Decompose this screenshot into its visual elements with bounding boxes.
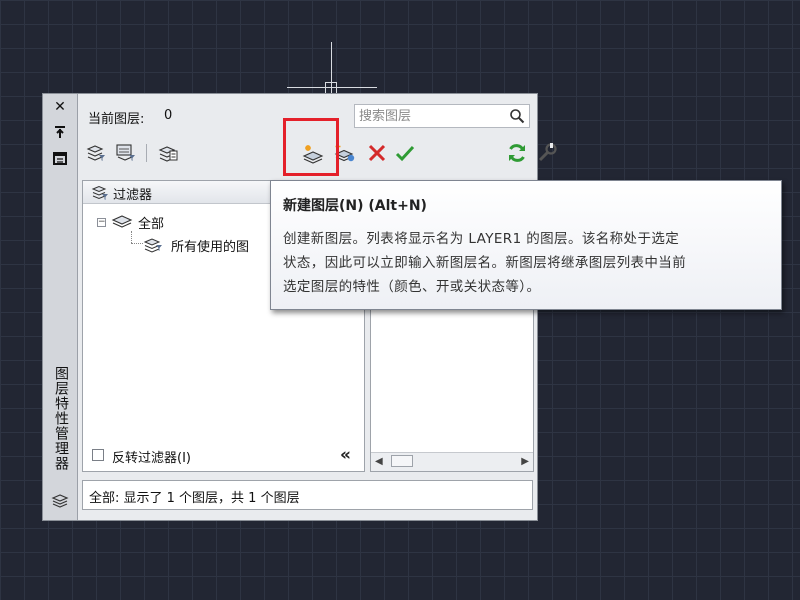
search-icon[interactable] [509, 108, 525, 124]
invert-filter-label: 反转过滤器(I) [112, 451, 191, 466]
close-icon[interactable]: ✕ [52, 99, 68, 115]
horizontal-scrollbar[interactable]: ◀ ▶ [371, 452, 533, 471]
palette-side-strip: ✕ 图层特性管理器 [43, 94, 78, 520]
scroll-left-arrow-icon[interactable]: ◀ [375, 456, 383, 467]
tree-node-used-layers[interactable]: 所有使用的图 [171, 236, 249, 255]
properties-icon[interactable] [52, 150, 68, 166]
search-layer-input[interactable] [359, 107, 499, 125]
settings-icon[interactable] [536, 142, 558, 164]
invert-filter-checkbox[interactable] [92, 449, 104, 461]
status-text: 全部: 显示了 1 个图层，共 1 个图层 [89, 491, 300, 506]
layer-stack-icon [51, 492, 69, 510]
filter-header-label: 过滤器 [113, 188, 153, 203]
autohide-icon[interactable] [52, 124, 68, 140]
search-layer-box[interactable] [354, 104, 530, 128]
tooltip-line: 选定图层的特性（颜色、开或关状态等）。 [283, 279, 541, 295]
palette-title: 图层特性管理器 [53, 366, 69, 471]
new-layer-highlight [283, 118, 339, 176]
tooltip-description: 创建新图层。列表将显示名为 LAYER1 的图层。该名称处于选定 状态，因此可以… [283, 227, 769, 299]
status-bar: 全部: 显示了 1 个图层，共 1 个图层 [82, 480, 533, 510]
set-current-icon[interactable] [394, 142, 416, 164]
layer-states-icon[interactable] [157, 142, 179, 164]
tree-connector [131, 243, 143, 244]
scroll-thumb[interactable] [391, 455, 413, 467]
tooltip-title: 新建图层(N) (Alt+N) [283, 198, 427, 214]
tooltip-line: 创建新图层。列表将显示名为 LAYER1 的图层。该名称处于选定 [283, 231, 680, 247]
new-layer-tooltip: 新建图层(N) (Alt+N) 创建新图层。列表将显示名为 LAYER1 的图层… [270, 180, 782, 310]
current-layer-label: 当前图层: [88, 112, 145, 127]
tree-node-all[interactable]: 全部 [138, 213, 164, 232]
used-layers-filter-icon [143, 235, 165, 257]
filter-header-icon [91, 183, 109, 205]
scroll-right-arrow-icon[interactable]: ▶ [521, 456, 529, 467]
new-property-filter-icon[interactable] [85, 142, 107, 164]
refresh-icon[interactable] [506, 142, 528, 164]
tree-connector [131, 231, 132, 243]
current-layer-value: 0 [164, 108, 173, 123]
delete-layer-icon[interactable] [366, 142, 388, 164]
new-group-filter-icon[interactable] [115, 142, 137, 164]
tooltip-line: 状态，因此可以立即输入新图层名。新图层将继承图层列表中当前 [283, 255, 687, 271]
all-layers-icon [111, 212, 133, 234]
toolbar-separator [146, 144, 147, 162]
collapse-pane-button[interactable]: « [340, 445, 351, 465]
filter-footer: 反转过滤器(I) « [82, 444, 365, 470]
tree-collapse-toggle[interactable]: − [97, 218, 106, 227]
